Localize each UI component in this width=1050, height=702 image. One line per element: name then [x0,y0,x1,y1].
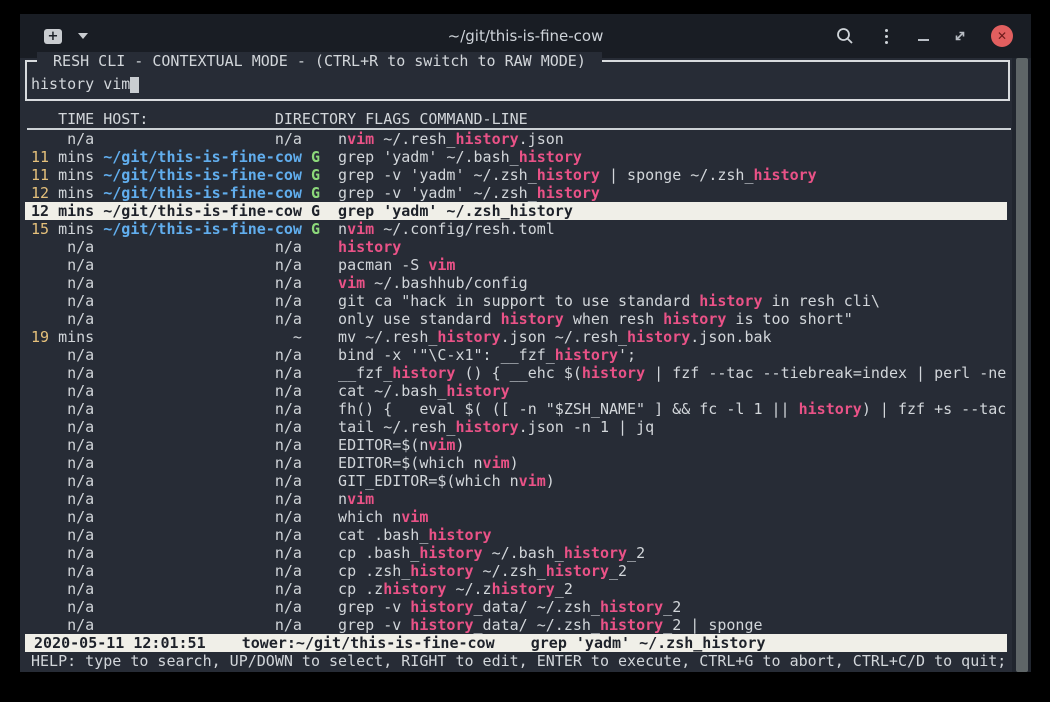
history-row[interactable]: n/a n/a vim ~/.bashhub/config [25,274,1007,292]
history-row[interactable]: 12 mins ~/git/this-is-fine-cow G grep -v… [25,184,1007,202]
history-row[interactable]: n/a n/a history [25,238,1007,256]
history-row[interactable]: n/a n/a grep -v history_data/ ~/.zsh_his… [25,616,1007,634]
history-row[interactable]: n/a n/a which nvim [25,508,1007,526]
history-list: n/a n/a nvim ~/.resh_history.json11 mins… [25,130,1007,634]
text-cursor [130,77,139,93]
terminal-window: + ~/git/this-is-fine-cow ✕ RESH CLI - CO… [20,14,1031,672]
history-row[interactable]: n/a n/a tail ~/.resh_history.json -n 1 |… [25,418,1007,436]
history-row[interactable]: n/a n/a cp .zsh_history ~/.zsh_history_2 [25,562,1007,580]
restore-button[interactable] [953,29,967,43]
minimize-button[interactable] [918,39,929,41]
history-row-selected[interactable]: 12 mins ~/git/this-is-fine-cow G grep 'y… [25,202,1007,220]
history-row[interactable]: 19 mins ~ mv ~/.resh_history.json ~/.res… [25,328,1007,346]
kebab-menu-icon[interactable] [879,27,894,46]
table-header: TIME HOST: DIRECTORY FLAGS COMMAND-LINE [27,110,1011,130]
history-row[interactable]: n/a n/a EDITOR=$(nvim) [25,436,1007,454]
help-bar: HELP: type to search, UP/DOWN to select,… [25,652,1031,670]
history-row[interactable]: n/a n/a grep -v history_data/ ~/.zsh_his… [25,598,1007,616]
history-row[interactable]: n/a n/a EDITOR=$(which nvim) [25,454,1007,472]
history-row[interactable]: n/a n/a cp .zhistory ~/.zhistory_2 [25,580,1007,598]
history-row[interactable]: 15 mins ~/git/this-is-fine-cow G nvim ~/… [25,220,1007,238]
resh-search-panel: RESH CLI - CONTEXTUAL MODE - (CTRL+R to … [25,60,1010,101]
resh-panel-title: RESH CLI - CONTEXTUAL MODE - (CTRL+R to … [37,52,602,70]
history-row[interactable]: n/a n/a __fzf_history () { __ehc $(histo… [25,364,1007,382]
scrollbar-track[interactable] [1012,58,1031,672]
history-row[interactable]: 11 mins ~/git/this-is-fine-cow G grep -v… [25,166,1007,184]
status-bar: 2020-05-11 12:01:51 tower:~/git/this-is-… [25,634,1007,652]
search-input[interactable]: history vim [31,75,139,93]
plus-icon: + [44,29,62,43]
history-row[interactable]: n/a n/a nvim [25,490,1007,508]
history-row[interactable]: n/a n/a bind -x '"\C-x1": __fzf_history'… [25,346,1007,364]
history-row[interactable]: n/a n/a git ca "hack in support to use s… [25,292,1007,310]
search-icon[interactable] [835,26,855,46]
history-row[interactable]: n/a n/a GIT_EDITOR=$(which nvim) [25,472,1007,490]
history-row[interactable]: n/a n/a nvim ~/.resh_history.json [25,130,1007,148]
history-row[interactable]: n/a n/a pacman -S vim [25,256,1007,274]
history-row[interactable]: 11 mins ~/git/this-is-fine-cow G grep 'y… [25,148,1007,166]
new-tab-button[interactable]: + [44,29,62,44]
history-row[interactable]: n/a n/a fh() { eval $( ([ -n "$ZSH_NAME"… [25,400,1007,418]
history-row[interactable]: n/a n/a cat ~/.bash_history [25,382,1007,400]
history-row[interactable]: n/a n/a cp .bash_history ~/.bash_history… [25,544,1007,562]
history-row[interactable]: n/a n/a only use standard history when r… [25,310,1007,328]
close-button[interactable]: ✕ [991,25,1013,47]
chevron-down-icon[interactable] [78,33,88,39]
history-row[interactable]: n/a n/a cat .bash_history [25,526,1007,544]
scrollbar-thumb[interactable] [1016,58,1028,672]
